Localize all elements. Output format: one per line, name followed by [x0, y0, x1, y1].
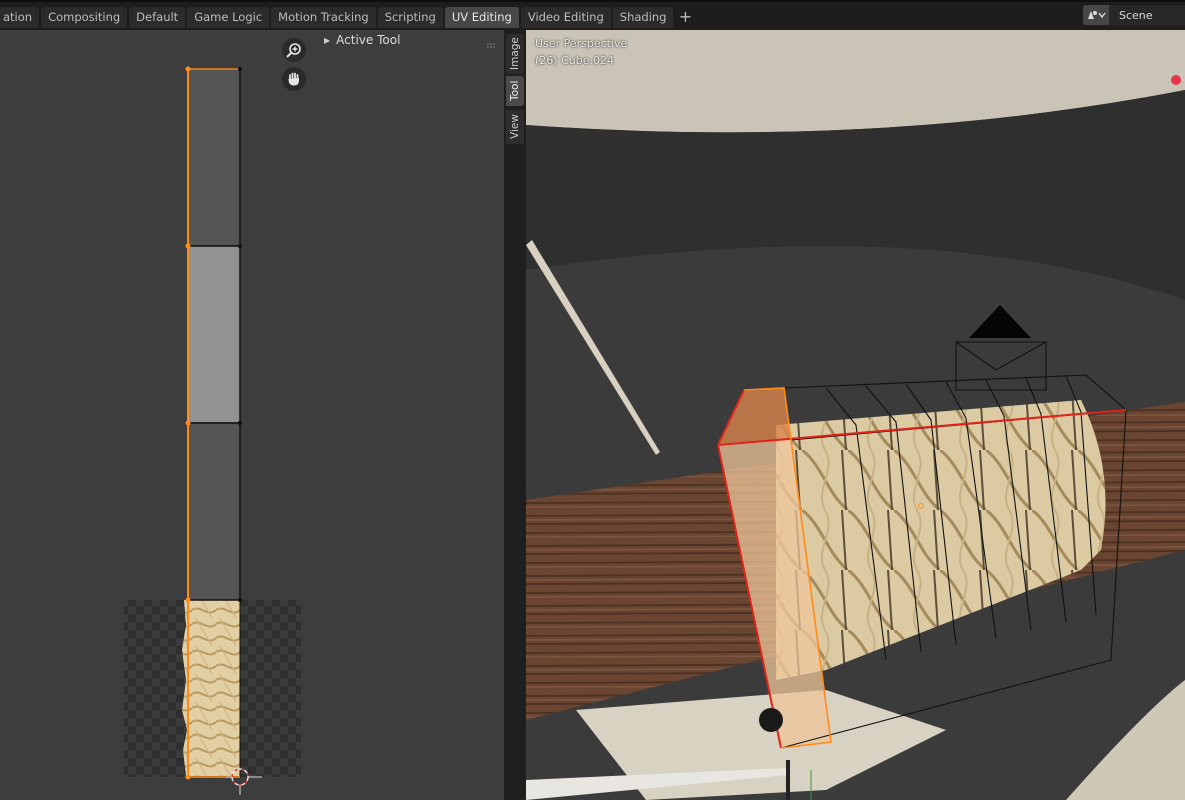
tab-game-logic[interactable]: Game Logic [187, 7, 270, 28]
tab-default[interactable]: Default [129, 7, 186, 28]
viewport-perspective-label: User Perspective [535, 37, 628, 50]
uv-vertex[interactable] [185, 597, 191, 603]
uv-vertex[interactable] [238, 67, 242, 71]
workspace-tabs: ation Compositing Default Game Logic Mot… [0, 7, 695, 28]
uv-face-1[interactable] [187, 68, 241, 247]
workspace-bar: ation Compositing Default Game Logic Mot… [0, 0, 1185, 30]
viewport-scene[interactable] [526, 30, 1185, 800]
sidebar-tabs: Image Tool View [504, 30, 526, 800]
tab-shading[interactable]: Shading [612, 7, 674, 28]
uv-texture-region [182, 600, 240, 776]
3d-viewport[interactable]: User Perspective (26) Cube.024 [526, 30, 1185, 800]
uv-vertex[interactable] [185, 243, 191, 249]
active-tool-title: Active Tool [336, 33, 401, 47]
top-divider [0, 0, 1185, 2]
tab-tool[interactable]: Tool [506, 76, 524, 106]
uv-vertex[interactable] [238, 421, 242, 425]
tab-uv-editing[interactable]: UV Editing [444, 7, 519, 28]
uv-canvas[interactable] [0, 30, 504, 800]
panel-drag-handle-icon[interactable] [487, 34, 497, 48]
small-gear-object [759, 708, 783, 732]
navigation-gizmo-x-icon[interactable] [1171, 75, 1181, 85]
viewport-object-label: (26) Cube.024 [535, 54, 614, 67]
tab-view[interactable]: View [506, 110, 524, 144]
tab-scripting[interactable]: Scripting [377, 7, 443, 28]
tab-compositing[interactable]: Compositing [41, 7, 128, 28]
uv-vertex[interactable] [238, 244, 242, 248]
uv-face-2[interactable] [187, 245, 241, 424]
uv-vertex[interactable] [185, 66, 191, 72]
tab-motion-tracking[interactable]: Motion Tracking [271, 7, 376, 28]
scene-icon[interactable] [1083, 5, 1109, 25]
scene-name: Scene [1119, 8, 1153, 22]
zoom-in-icon[interactable] [282, 38, 306, 62]
uv-vertex[interactable] [185, 774, 191, 780]
hand-pan-icon[interactable] [282, 67, 306, 91]
active-tool-panel-header[interactable]: ▶ Active Tool [324, 33, 400, 47]
tab-image[interactable]: Image [506, 34, 524, 74]
scene-selector[interactable]: Scene [1083, 5, 1185, 25]
tab-animation[interactable]: ation [0, 7, 40, 28]
uv-vertex[interactable] [238, 598, 242, 602]
tab-video-editing[interactable]: Video Editing [520, 7, 611, 28]
disclosure-triangle-icon[interactable]: ▶ [324, 36, 330, 45]
uv-editor[interactable]: ▶ Active Tool [0, 30, 504, 800]
add-workspace-button[interactable]: + [675, 7, 695, 28]
uv-face-3[interactable] [187, 422, 241, 601]
uv-vertex[interactable] [185, 420, 191, 426]
